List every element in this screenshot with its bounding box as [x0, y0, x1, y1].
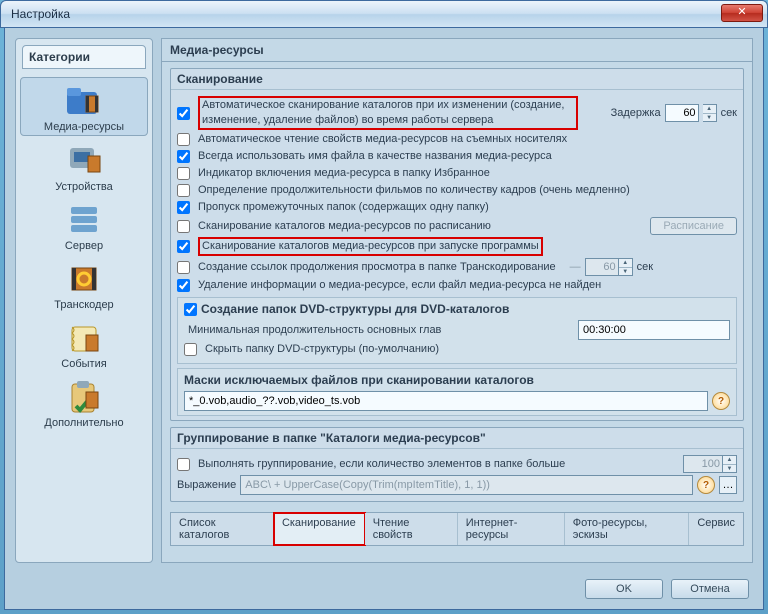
main-header: Медиа-ресурсы — [161, 38, 753, 61]
events-icon — [64, 319, 104, 357]
expr-edit-icon[interactable]: … — [719, 476, 737, 494]
lbl-5: Пропуск промежуточных папок (содержащих … — [198, 200, 489, 215]
sidebar: Категории Медиа-ресурсы Устройства Серве… — [15, 38, 153, 563]
window-body: Категории Медиа-ресурсы Устройства Серве… — [4, 28, 764, 610]
chk-6[interactable] — [177, 220, 190, 233]
sidebar-item-server[interactable]: Сервер — [20, 197, 148, 254]
clipboard-icon — [64, 378, 104, 416]
sidebar-item-label: Медиа-ресурсы — [44, 121, 124, 133]
bottom-tabbar: Список каталогов Сканирование Чтение сво… — [170, 512, 744, 546]
lbl-2: Всегда использовать имя файла в качестве… — [198, 149, 552, 164]
delay-label: Задержка — [611, 106, 661, 121]
server-icon — [64, 201, 104, 239]
cont-spinner: ▲▼ — [619, 258, 633, 276]
chk-1[interactable] — [177, 133, 190, 146]
grouping-group: Группирование в папке "Каталоги медиа-ре… — [170, 427, 744, 502]
chk-5[interactable] — [177, 201, 190, 214]
dvd-min-label: Минимальная продолжительность основных г… — [188, 323, 441, 338]
sidebar-item-events[interactable]: События — [20, 315, 148, 372]
tab-scanning[interactable]: Сканирование — [274, 513, 365, 545]
scan-group: Сканирование Автоматическое сканирование… — [170, 68, 744, 421]
lbl-7: Сканирование каталогов медиа-ресурсов пр… — [198, 237, 543, 256]
help-icon[interactable] — [712, 392, 730, 410]
grouping-title: Группирование в папке "Каталоги медиа-ре… — [171, 428, 743, 449]
sidebar-item-media[interactable]: Медиа-ресурсы — [20, 77, 148, 136]
devices-icon — [64, 142, 104, 180]
masks-subgroup: Маски исключаемых файлов при сканировани… — [177, 368, 737, 416]
dvd-hide-label: Скрыть папку DVD-структуры (по-умолчанию… — [205, 342, 439, 357]
dvd-subgroup: Создание папок DVD-структуры для DVD-кат… — [177, 297, 737, 364]
main-panel: Медиа-ресурсы Сканирование Автоматическо… — [161, 38, 753, 563]
chk-8[interactable] — [177, 261, 190, 274]
window-title: Настройка — [11, 7, 70, 21]
cont-unit: сек — [637, 260, 653, 275]
sidebar-item-label: Дополнительно — [44, 417, 123, 429]
transcoder-icon — [64, 260, 104, 298]
sidebar-item-label: Сервер — [65, 240, 103, 252]
sidebar-tab-categories[interactable]: Категории — [22, 45, 146, 69]
ok-button[interactable]: OK — [585, 579, 663, 599]
dialog-footer: OK Отмена — [585, 579, 749, 599]
help-icon[interactable] — [697, 476, 715, 494]
schedule-button[interactable]: Расписание — [650, 217, 737, 235]
grouping-enable-label: Выполнять группирование, если количество… — [198, 457, 565, 472]
lbl-1: Автоматическое чтение свойств медиа-ресу… — [198, 132, 567, 147]
expr-input — [240, 475, 693, 495]
tab-internet[interactable]: Интернет-ресурсы — [458, 513, 565, 545]
chk-7[interactable] — [177, 240, 190, 253]
dvd-title: Создание папок DVD-структуры для DVD-кат… — [201, 302, 509, 316]
chk-dvd-enable[interactable] — [184, 303, 197, 316]
expr-label: Выражение — [177, 478, 236, 493]
delay-input[interactable] — [665, 104, 699, 122]
masks-input[interactable] — [184, 391, 708, 411]
sidebar-item-devices[interactable]: Устройства — [20, 138, 148, 195]
scan-group-title: Сканирование — [171, 69, 743, 90]
grouping-count — [683, 455, 723, 473]
tab-photo[interactable]: Фото-ресурсы, эскизы — [565, 513, 690, 545]
chk-grouping[interactable] — [177, 458, 190, 471]
lbl-9: Удаление информации о медиа-ресурсе, есл… — [198, 278, 601, 293]
titlebar: Настройка ✕ — [0, 0, 768, 28]
grouping-spinner: ▲▼ — [723, 455, 737, 473]
lbl-3: Индикатор включения медиа-ресурса в папк… — [198, 166, 490, 181]
sidebar-item-label: События — [61, 358, 106, 370]
lbl-4: Определение продолжительности фильмов по… — [198, 183, 630, 198]
lbl-8: Создание ссылок продолжения просмотра в … — [198, 260, 556, 275]
sidebar-item-additional[interactable]: Дополнительно — [20, 374, 148, 431]
masks-title: Маски исключаемых файлов при сканировани… — [184, 373, 534, 387]
lbl-autoscan: Автоматическое сканирование каталогов пр… — [198, 96, 578, 130]
dvd-min-input[interactable] — [578, 320, 730, 340]
chk-2[interactable] — [177, 150, 190, 163]
sidebar-item-label: Устройства — [55, 181, 113, 193]
folder-media-icon — [64, 82, 104, 120]
chk-autoscan[interactable] — [177, 107, 190, 120]
cancel-button[interactable]: Отмена — [671, 579, 749, 599]
delay-spinner[interactable]: ▲▼ — [703, 104, 717, 122]
chk-3[interactable] — [177, 167, 190, 180]
sidebar-item-transcoder[interactable]: Транскодер — [20, 256, 148, 313]
tab-service[interactable]: Сервис — [689, 513, 743, 545]
delay-unit: сек — [721, 106, 737, 121]
sidebar-item-label: Транскодер — [54, 299, 113, 311]
chk-4[interactable] — [177, 184, 190, 197]
lbl-6: Сканирование каталогов медиа-ресурсов по… — [198, 219, 491, 234]
tab-catalogs[interactable]: Список каталогов — [171, 513, 274, 545]
chk-9[interactable] — [177, 279, 190, 292]
chk-dvd-hide[interactable] — [184, 343, 197, 356]
tab-read-props[interactable]: Чтение свойств — [365, 513, 458, 545]
close-button[interactable]: ✕ — [721, 4, 763, 22]
cont-input — [585, 258, 619, 276]
